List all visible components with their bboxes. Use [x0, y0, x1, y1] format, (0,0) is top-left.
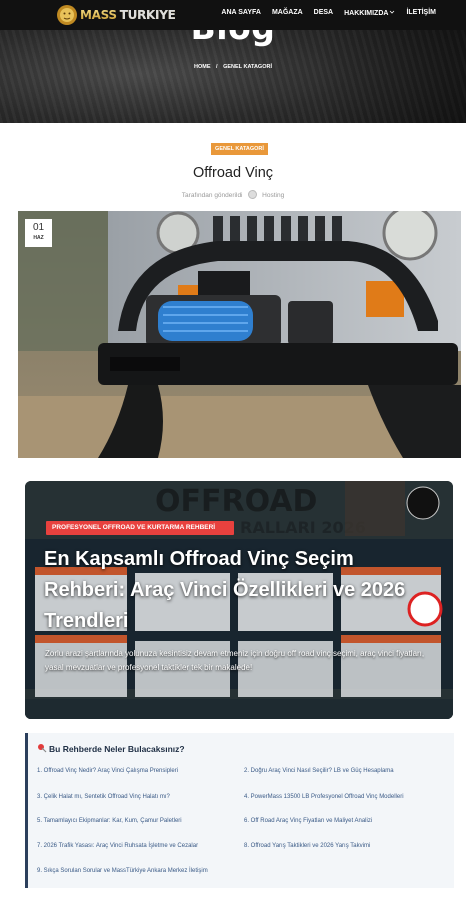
toc-item-3[interactable]: 3. Çelik Halat mı, Sentetik Offroad Vinç… — [37, 794, 170, 800]
toc-item-1[interactable]: 1. Offroad Vinç Nedir? Araç Vinci Çalışm… — [37, 768, 178, 774]
nav-contact[interactable]: İLETİŞİM — [406, 9, 436, 17]
post-title: Offroad Vinç — [192, 165, 274, 181]
post-date: 01 HAZ — [25, 219, 52, 247]
toc-item-9[interactable]: 9. Sıkça Sorulan Sorular ve MassTürkiye … — [37, 868, 208, 874]
infographic-tag: PROFESYONEL OFFROAD VE KURTARMA REHBERİ — [46, 521, 234, 535]
avatar-icon — [248, 190, 258, 199]
toc-item-8[interactable]: 8. Offroad Yarış Taktikleri ve 2026 Yarı… — [244, 843, 370, 849]
pin-icon — [38, 744, 47, 753]
nav-store[interactable]: MAĞAZA — [272, 9, 303, 17]
author-link[interactable]: Hosting — [262, 192, 284, 199]
toc-item-4[interactable]: 4. PowerMass 13500 LB Profesyonel Offroa… — [244, 794, 404, 800]
breadcrumb-separator: / — [216, 64, 218, 70]
toc-item-6[interactable]: 6. Off Road Araç Vinç Fiyatları ve Maliy… — [244, 818, 372, 824]
breadcrumb-category[interactable]: GENEL KATAGORİ — [223, 64, 272, 70]
table-of-contents — [25, 733, 454, 888]
breadcrumb: HOME / GENEL KATAGORİ — [0, 64, 466, 70]
breadcrumb-home[interactable]: HOME — [194, 64, 211, 70]
toc-item-5[interactable]: 5. Tamamlayıcı Ekipmanlar: Kar, Kum, Çam… — [37, 818, 182, 824]
nav-desa[interactable]: DESA — [314, 9, 333, 17]
chevron-down-icon — [390, 10, 395, 14]
post-byline: Tarafından gönderildi Hosting — [0, 190, 466, 199]
date-day: 01 — [32, 222, 45, 233]
top-navbar: MASS TURKIYE ANA SAYFA MAĞAZA DESA HAKKIM… — [0, 0, 466, 30]
toc-item-2[interactable]: 2. Doğru Araç Vinci Nasıl Seçilir? LB ve… — [244, 768, 394, 774]
site-logo[interactable]: MASS TURKIYE — [56, 3, 176, 27]
bg-title: OFFROAD — [155, 484, 317, 519]
infographic-headline: En Kapsamlı Offroad Vinç Seçim Rehberi: … — [44, 548, 406, 632]
infographic-description: Zorlu arazi şartlarında yolunuza kesinti… — [45, 649, 425, 672]
category-badge[interactable]: GENEL KATAGORİ — [211, 143, 268, 155]
logo-text: MASS TURKIYE — [80, 8, 176, 22]
byline-prefix: Tarafından gönderildi — [181, 192, 243, 199]
nav-home[interactable]: ANA SAYFA — [221, 9, 261, 17]
nav-about[interactable]: HAKKIMIZDA — [344, 9, 395, 17]
toc-title: Bu Rehberde Neler Bulacaksınız? — [37, 743, 185, 754]
date-month: HAZ — [33, 235, 44, 241]
toc-item-7[interactable]: 7. 2026 Trafik Yasası: Araç Vinci Ruhsat… — [37, 843, 198, 849]
featured-image[interactable] — [18, 211, 461, 458]
main-nav: ANA SAYFA MAĞAZA DESA HAKKIMIZDA İLETİŞİ… — [221, 9, 436, 17]
jeep-winch-photo — [18, 211, 461, 458]
lion-logo-icon — [57, 5, 77, 25]
